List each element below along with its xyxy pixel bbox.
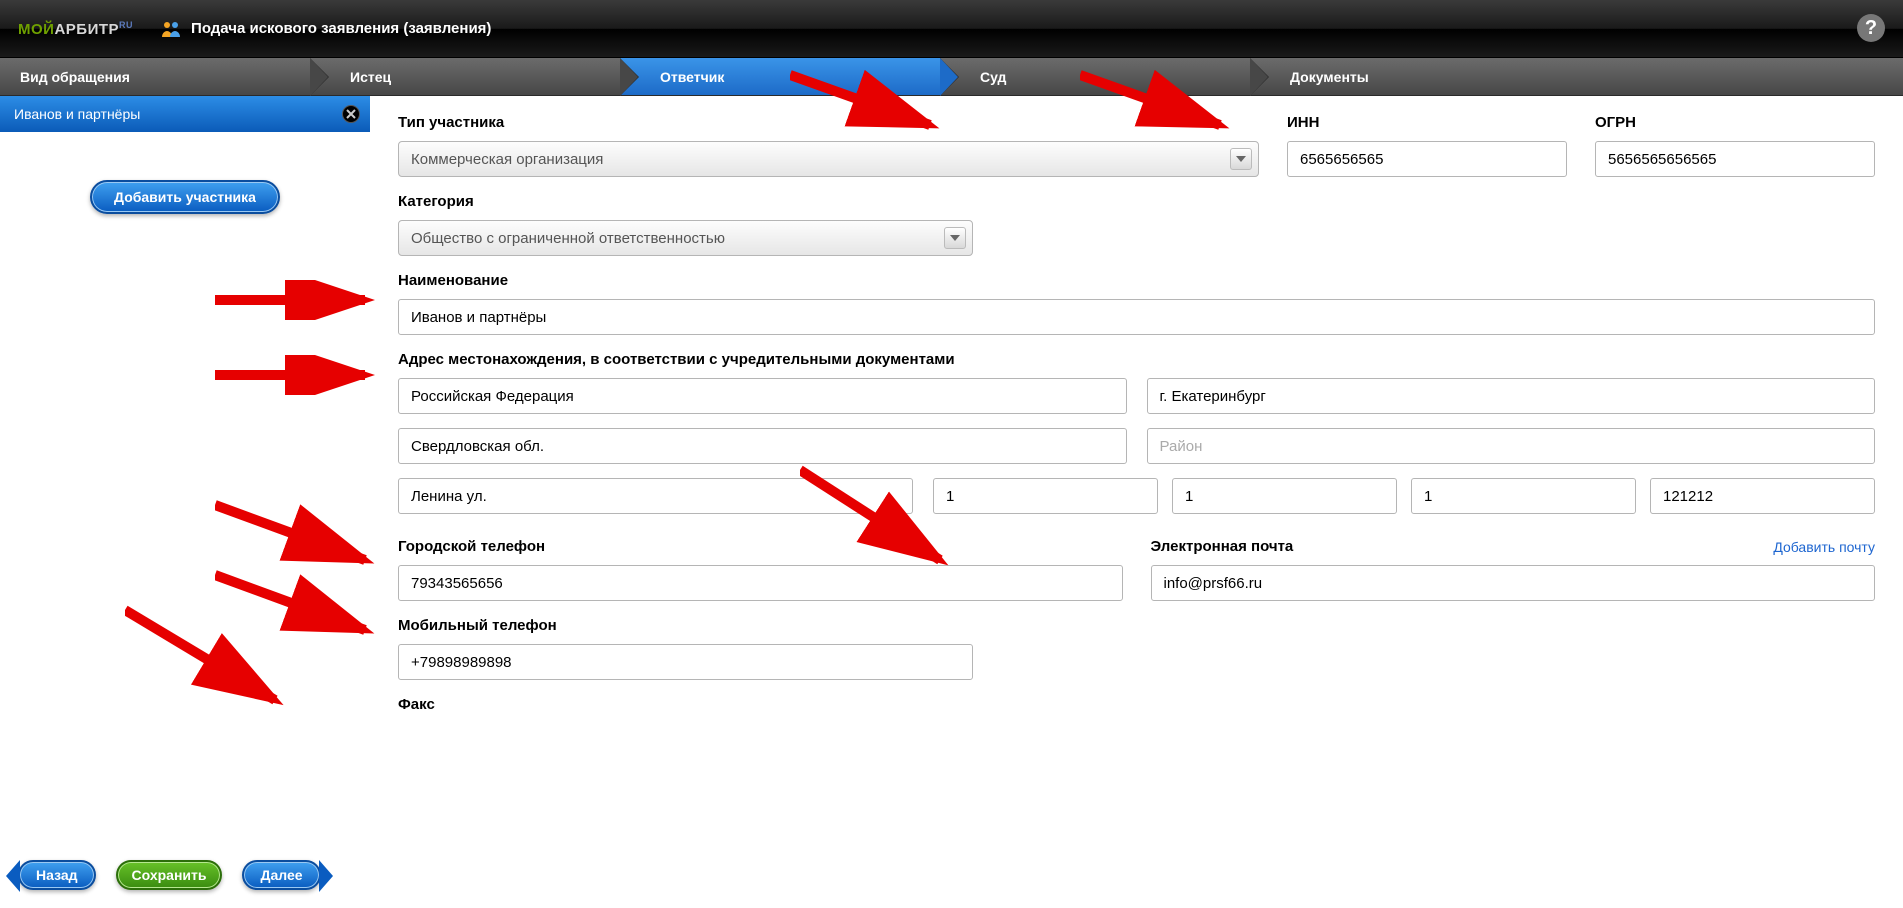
- step-defendant[interactable]: Ответчик: [620, 58, 940, 95]
- label-inn: ИНН: [1287, 114, 1567, 131]
- select-type-value: Коммерческая организация: [411, 151, 603, 168]
- logo-sup: RU: [119, 20, 133, 30]
- close-icon[interactable]: [342, 105, 360, 123]
- participant-item[interactable]: Иванов и партнёры: [0, 96, 370, 132]
- input-city-phone[interactable]: [398, 565, 1123, 601]
- input-mobile-phone[interactable]: [398, 644, 973, 680]
- label-type: Тип участника: [398, 114, 1259, 131]
- participant-label: Иванов и партнёры: [14, 106, 140, 122]
- form-area: Тип участника Коммерческая организация И…: [370, 96, 1903, 908]
- page-title: Подача искового заявления (заявления): [191, 20, 491, 37]
- save-button[interactable]: Сохранить: [116, 860, 223, 890]
- step-documents[interactable]: Документы: [1250, 58, 1903, 95]
- logo-part-1: МОЙ: [18, 21, 54, 38]
- select-type[interactable]: Коммерческая организация: [398, 141, 1259, 177]
- label-address: Адрес местонахождения, в соответствии с …: [398, 351, 1875, 368]
- back-button[interactable]: Назад: [18, 860, 96, 890]
- input-email[interactable]: [1151, 565, 1876, 601]
- input-house-b[interactable]: [1172, 478, 1397, 514]
- select-category-value: Общество с ограниченной ответственностью: [411, 230, 725, 247]
- label-name: Наименование: [398, 272, 1875, 289]
- step-type[interactable]: Вид обращения: [0, 58, 310, 95]
- input-street[interactable]: [398, 478, 913, 514]
- label-email: Электронная почта: [1151, 538, 1294, 555]
- label-fax: Факс: [398, 696, 973, 713]
- logo-part-2: АРБИТР: [54, 21, 119, 38]
- chevron-down-icon: [944, 227, 966, 249]
- step-label: Суд: [980, 69, 1006, 85]
- steps-nav: Вид обращения Истец Ответчик Суд Докумен…: [0, 58, 1903, 96]
- help-icon[interactable]: ?: [1857, 14, 1885, 42]
- label-ogrn: ОГРН: [1595, 114, 1875, 131]
- next-button[interactable]: Далее: [242, 860, 320, 890]
- add-participant-button[interactable]: Добавить участника: [90, 180, 280, 214]
- step-label: Документы: [1290, 69, 1369, 85]
- step-label: Истец: [350, 69, 391, 85]
- input-district[interactable]: [1147, 428, 1876, 464]
- input-name[interactable]: [398, 299, 1875, 335]
- step-court[interactable]: Суд: [940, 58, 1250, 95]
- input-ogrn[interactable]: [1595, 141, 1875, 177]
- step-plaintiff[interactable]: Истец: [310, 58, 620, 95]
- input-region[interactable]: [398, 428, 1127, 464]
- input-country[interactable]: [398, 378, 1127, 414]
- step-label: Вид обращения: [20, 69, 130, 85]
- logo[interactable]: МОЙАРБИТРRU: [18, 20, 133, 38]
- label-city-phone: Городской телефон: [398, 538, 1123, 555]
- label-mobile-phone: Мобильный телефон: [398, 617, 973, 634]
- input-house-c[interactable]: [1411, 478, 1636, 514]
- input-inn[interactable]: [1287, 141, 1567, 177]
- input-postal[interactable]: [1650, 478, 1875, 514]
- label-category: Категория: [398, 193, 973, 210]
- topbar: МОЙАРБИТРRU Подача искового заявления (з…: [0, 0, 1903, 58]
- chevron-down-icon: [1230, 148, 1252, 170]
- input-house-a[interactable]: [933, 478, 1158, 514]
- sidebar: Иванов и партнёры Добавить участника Наз…: [0, 96, 370, 908]
- main: Иванов и партнёры Добавить участника Наз…: [0, 96, 1903, 908]
- step-label: Ответчик: [660, 69, 724, 85]
- people-icon: [161, 19, 181, 39]
- add-email-link[interactable]: Добавить почту: [1773, 539, 1875, 555]
- select-category[interactable]: Общество с ограниченной ответственностью: [398, 220, 973, 256]
- input-city[interactable]: [1147, 378, 1876, 414]
